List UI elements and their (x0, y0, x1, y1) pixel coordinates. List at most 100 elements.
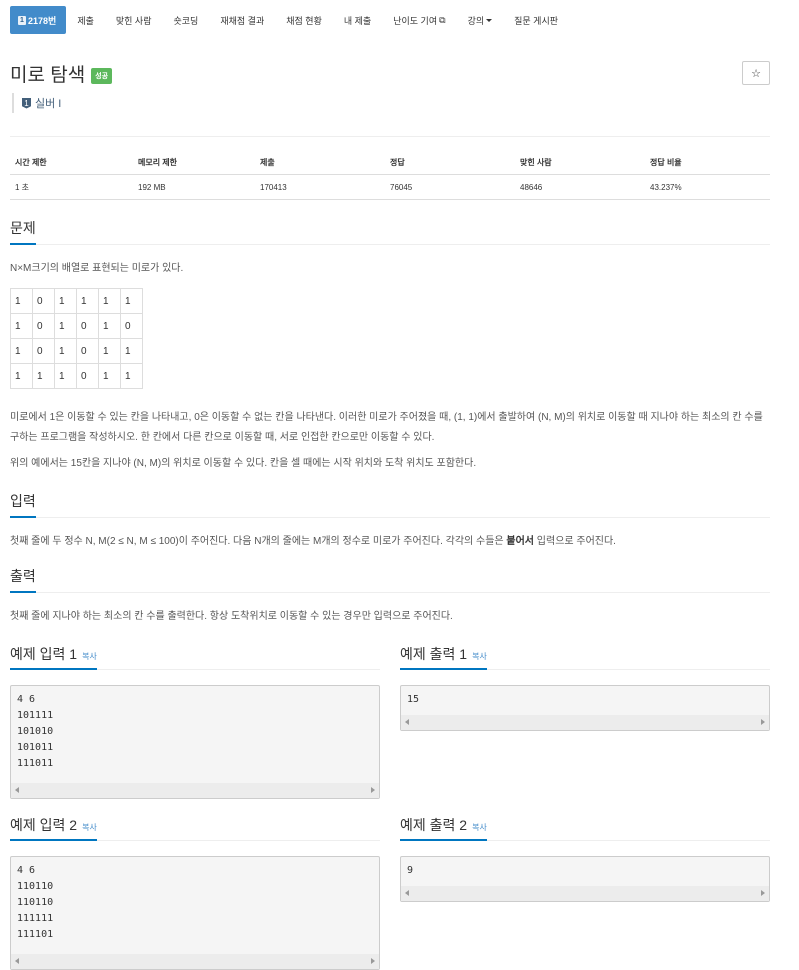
horizontal-scrollbar[interactable] (11, 954, 379, 969)
tab-my-submissions[interactable]: 내 제출 (333, 6, 382, 34)
tab-short-coding-label: 숏코딩 (173, 15, 199, 26)
tab-judge-status[interactable]: 채점 현황 (275, 6, 333, 34)
sample-output-2-title: 예제 출력 2 복사 (400, 815, 487, 841)
problem-nav-tabs: 1 2178번 제출 맞힌 사람 숏코딩 재채점 결과 채점 현황 내 제출 난… (10, 6, 569, 34)
copy-button[interactable]: 복사 (472, 823, 487, 832)
output-section-title: 출력 (10, 566, 36, 593)
maze-cell: 0 (76, 313, 99, 339)
tab-problem[interactable]: 1 2178번 (10, 6, 67, 34)
table-header-row: 시간 제한 메모리 제한 제출 정답 맞힌 사람 정답 비율 (10, 150, 770, 175)
code-line: 101010 (17, 726, 54, 737)
sample-input-2-header: 예제 입력 2 복사 (10, 815, 380, 841)
maze-row: 101111 (10, 288, 143, 314)
tab-solved-users[interactable]: 맞힌 사람 (105, 6, 163, 34)
maze-cell: 1 (54, 338, 77, 364)
problem-section-header: 문제 (10, 218, 770, 245)
input-section-header: 입력 (10, 491, 770, 518)
maze-cell: 0 (76, 363, 99, 389)
maze-cell: 0 (32, 288, 55, 314)
sample-output-2-box[interactable]: 9 (400, 856, 770, 902)
tab-short-coding[interactable]: 숏코딩 (163, 6, 210, 34)
input-description: 첫째 줄에 두 정수 N, M(2 ≤ N, M ≤ 100)이 주어진다. 다… (10, 532, 770, 552)
sample-output-1-header: 예제 출력 1 복사 (400, 644, 770, 670)
scroll-left-icon[interactable] (405, 890, 409, 896)
scroll-right-icon[interactable] (761, 719, 765, 725)
scroll-left-icon[interactable] (405, 719, 409, 725)
tier-badge-icon: 1 (18, 15, 26, 25)
sample-input-2-box[interactable]: 4 6 110110 110110 111111 111101 (10, 856, 380, 970)
horizontal-scrollbar[interactable] (401, 886, 769, 901)
input-section-title: 입력 (10, 491, 36, 518)
tier-icon: 1 (22, 97, 31, 109)
horizontal-scrollbar[interactable] (401, 715, 769, 730)
scroll-right-icon[interactable] (371, 787, 375, 793)
header-accept-ratio: 정답 비율 (645, 150, 770, 175)
maze-cell: 0 (120, 313, 143, 339)
maze-cell: 1 (120, 288, 143, 314)
tab-submit[interactable]: 제출 (66, 6, 105, 34)
tab-solved-users-label: 맞힌 사람 (115, 15, 152, 26)
sample-input-1-title: 예제 입력 1 복사 (10, 644, 97, 670)
scroll-left-icon[interactable] (15, 958, 19, 964)
caret-down-icon (486, 18, 493, 22)
maze-cell: 1 (54, 363, 77, 389)
problem-example-note: 위의 예에서는 15칸을 지나야 (N, M)의 위치로 이동할 수 있다. 칸… (10, 458, 477, 469)
scroll-right-icon[interactable] (371, 958, 375, 964)
output-description: 첫째 줄에 지나야 하는 최소의 칸 수를 출력한다. 항상 도착위치로 이동할… (10, 611, 453, 622)
sample-output-1-label: 예제 출력 1 (400, 646, 468, 662)
problem-section-title: 문제 (10, 218, 36, 245)
code-line: 4 6 (17, 694, 36, 705)
tab-difficulty-contribution-label: 난이도 기여 (393, 15, 438, 26)
tab-rejudge-results[interactable]: 재채점 결과 (209, 6, 275, 34)
scroll-left-icon[interactable] (15, 787, 19, 793)
tab-qna-board[interactable]: 질문 게시판 (503, 6, 569, 34)
time-limit-value: 1 초 (10, 174, 133, 200)
tab-lectures[interactable]: 강의 (457, 6, 504, 34)
tab-difficulty-contribution[interactable]: 난이도 기여 ⧉ (382, 6, 456, 34)
copy-button[interactable]: 복사 (82, 823, 97, 832)
page-title: 미로 탐색 (10, 65, 86, 86)
accepted-value: 76045 (385, 174, 515, 200)
maze-cell: 1 (98, 313, 121, 339)
tab-my-submissions-label: 내 제출 (343, 15, 372, 26)
problem-intro: N×M크기의 배열로 표현되는 미로가 있다. (10, 263, 184, 274)
tab-lectures-label: 강의 (467, 15, 485, 26)
sample-input-2-title: 예제 입력 2 복사 (10, 815, 97, 841)
sample-output-2-header: 예제 출력 2 복사 (400, 815, 770, 841)
code-line: 9 (407, 865, 414, 876)
sample-output-2-label: 예제 출력 2 (400, 817, 468, 833)
code-line: 111111 (17, 913, 54, 924)
header-submissions: 제출 (255, 150, 385, 175)
table-row: 1 초 192 MB 170413 76045 48646 43.237% (10, 174, 770, 200)
tab-qna-board-label: 질문 게시판 (514, 15, 559, 26)
maze-row: 111011 (10, 363, 143, 389)
maze-cell: 1 (98, 363, 121, 389)
maze-cell: 1 (98, 288, 121, 314)
horizontal-scrollbar[interactable] (11, 783, 379, 798)
star-icon: ☆ (751, 67, 761, 80)
sample-output-1-box[interactable]: 15 (400, 685, 770, 731)
memory-limit-value: 192 MB (133, 174, 255, 200)
header-time-limit: 시간 제한 (10, 150, 133, 175)
code-line: 15 (407, 694, 420, 705)
code-line: 111011 (17, 758, 54, 769)
problem-tier[interactable]: 1 실버 I (12, 93, 61, 113)
tab-submit-label: 제출 (77, 15, 94, 26)
external-link-icon: ⧉ (439, 14, 446, 25)
maze-cell: 1 (10, 363, 33, 389)
tab-problem-label: 2178번 (28, 15, 57, 26)
accept-ratio-value: 43.237% (645, 174, 770, 200)
copy-button[interactable]: 복사 (82, 652, 97, 661)
favorite-button[interactable]: ☆ (742, 61, 770, 85)
scroll-right-icon[interactable] (761, 890, 765, 896)
maze-cell: 1 (98, 338, 121, 364)
maze-cell: 1 (32, 363, 55, 389)
tier-label: 실버 I (35, 98, 62, 110)
divider (10, 136, 770, 137)
code-line: 4 6 (17, 865, 36, 876)
copy-button[interactable]: 복사 (472, 652, 487, 661)
sample-input-1-box[interactable]: 4 6 101111 101010 101011 111011 (10, 685, 380, 799)
maze-cell: 1 (54, 313, 77, 339)
maze-cell: 1 (10, 338, 33, 364)
tab-judge-status-label: 채점 현황 (286, 15, 322, 26)
